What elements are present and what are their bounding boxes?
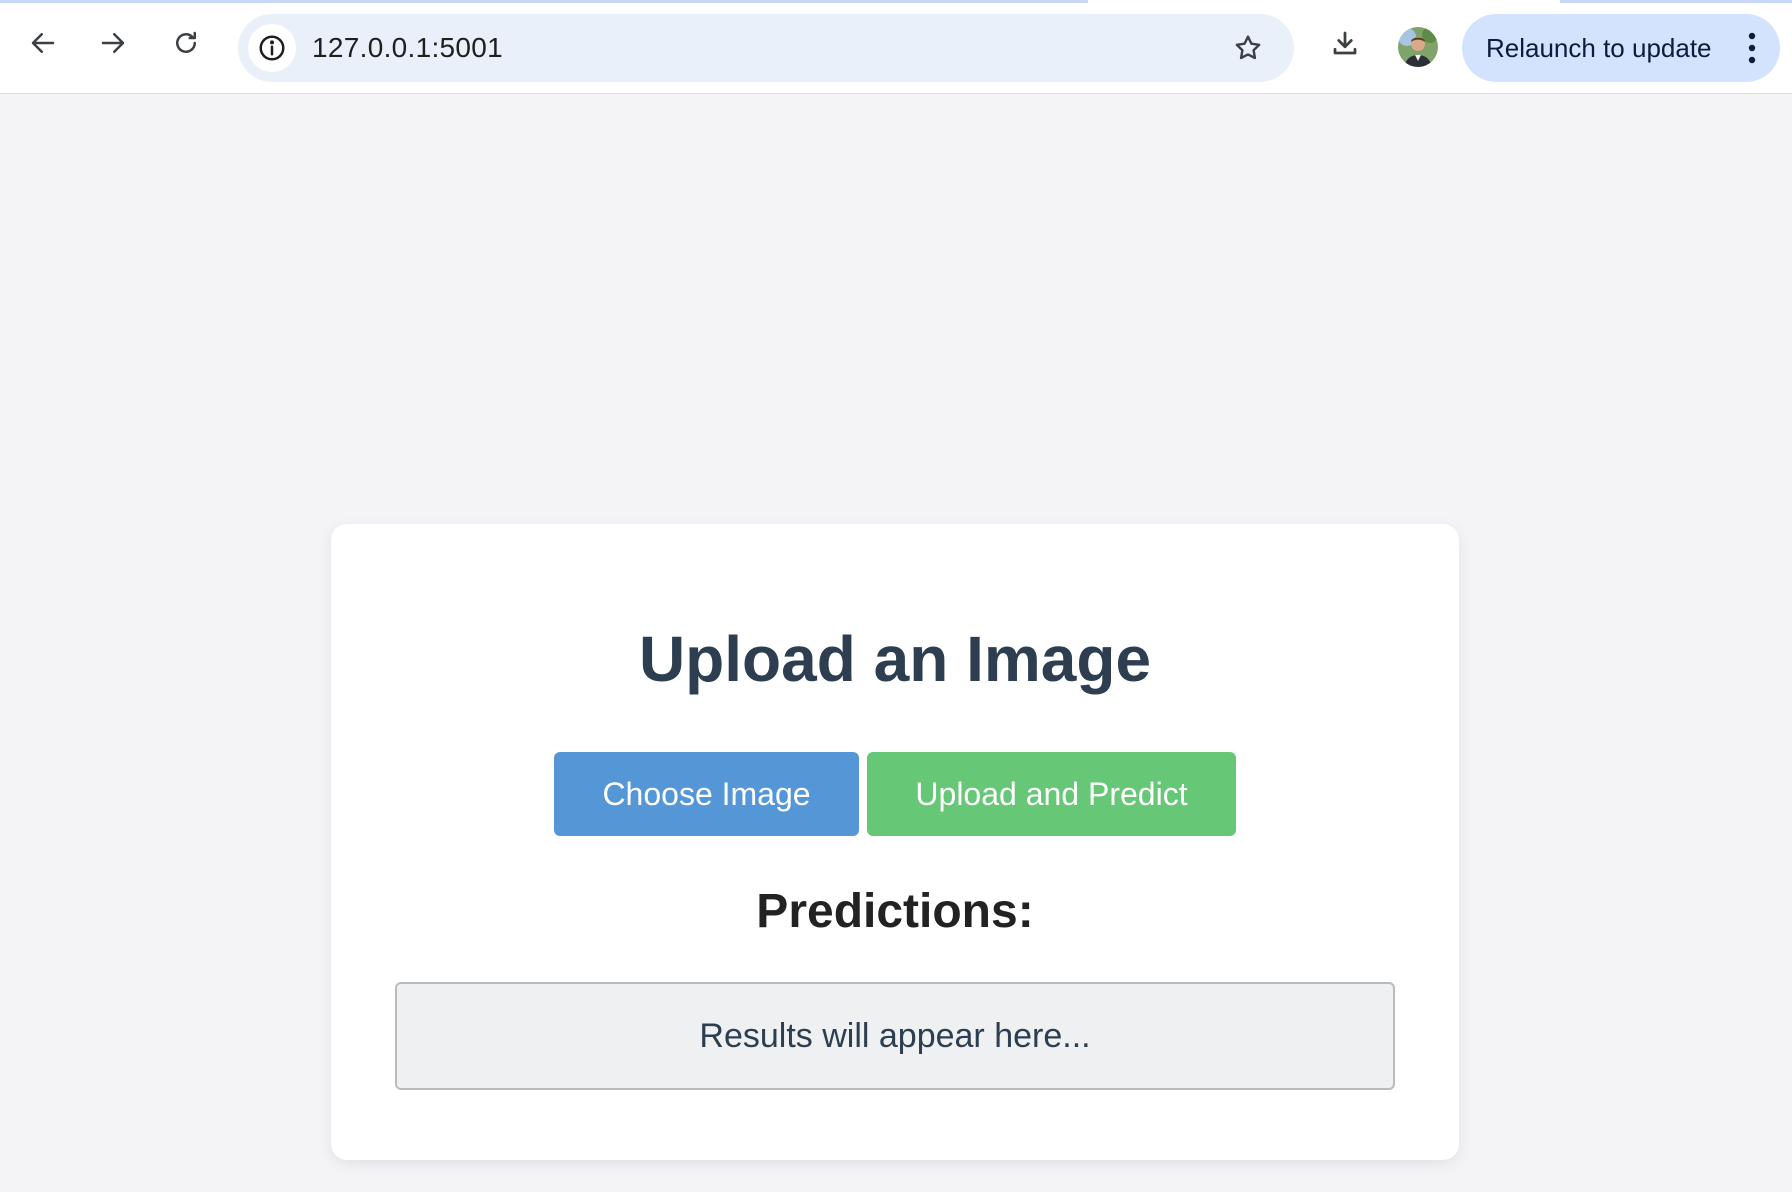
choose-image-button[interactable]: Choose Image (554, 752, 859, 836)
forward-button[interactable] (90, 20, 136, 66)
info-icon (259, 35, 285, 61)
tab-strip-edge (0, 0, 1088, 3)
downloads-button[interactable] (1322, 20, 1368, 66)
url-text[interactable]: 127.0.0.1:5001 (312, 14, 503, 82)
reload-icon (176, 31, 196, 53)
relaunch-to-update-button[interactable]: Relaunch to update (1462, 14, 1780, 82)
site-info-button[interactable] (248, 24, 296, 72)
relaunch-label: Relaunch to update (1486, 32, 1712, 63)
predictions-heading: Predictions: (756, 885, 1034, 938)
upload-card: Upload an Image Choose Image Upload and … (331, 524, 1459, 1160)
download-icon (1333, 31, 1357, 55)
address-bar[interactable]: 127.0.0.1:5001 (238, 14, 1294, 82)
results-placeholder: Results will appear here... (699, 1016, 1091, 1055)
button-row: Choose Image Upload and Predict (554, 752, 1236, 836)
arrow-right-icon (101, 33, 125, 53)
page-title: Upload an Image (638, 623, 1152, 695)
profile-photo (1398, 27, 1438, 67)
avatar[interactable] (1398, 27, 1438, 67)
results-box: Results will appear here... (395, 982, 1395, 1090)
arrow-left-icon (31, 33, 55, 53)
page-content: Upload an Image Choose Image Upload and … (0, 94, 1792, 1192)
bookmark-button[interactable] (1228, 28, 1268, 68)
upload-and-predict-button[interactable]: Upload and Predict (867, 752, 1236, 836)
back-button[interactable] (20, 20, 66, 66)
tab-strip-edge-right (1560, 0, 1792, 3)
more-vert-icon[interactable] (1746, 30, 1758, 66)
reload-button[interactable] (163, 20, 209, 66)
star-icon (1235, 35, 1261, 60)
browser-toolbar: 127.0.0.1:5001 Relaunch to update (0, 0, 1792, 94)
